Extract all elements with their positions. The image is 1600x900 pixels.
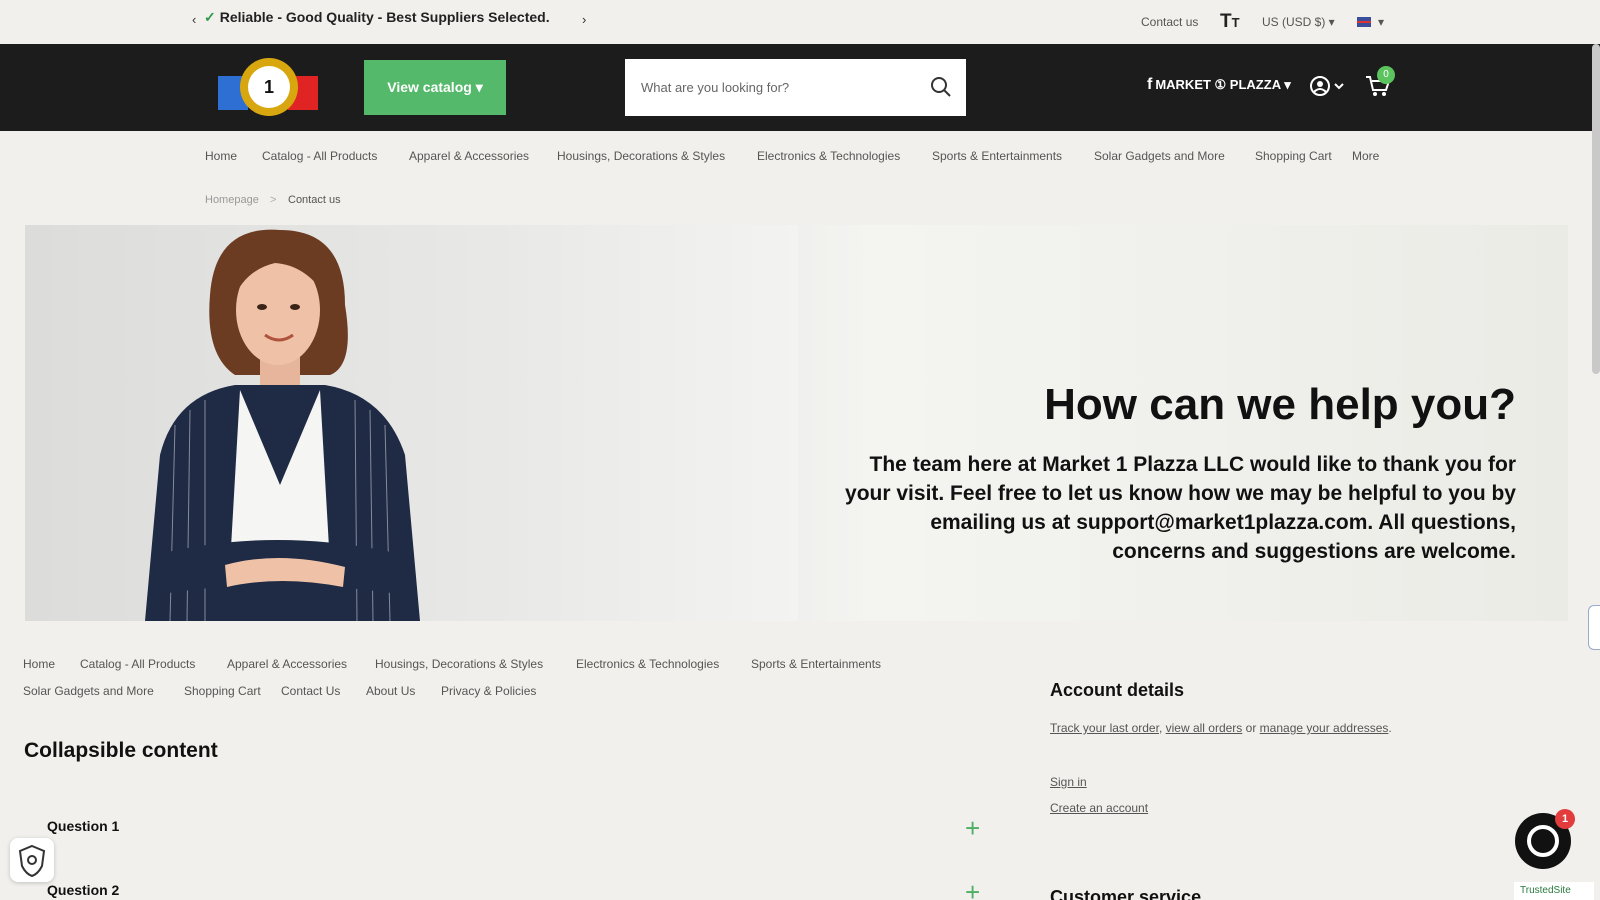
nav-item-cart[interactable]: Shopping Cart	[1255, 149, 1332, 163]
page-scrollbar[interactable]	[1592, 44, 1600, 374]
expand-plus-icon[interactable]: +	[965, 879, 980, 900]
currency-label: US (USD $)	[1262, 15, 1326, 29]
chat-launcher-button[interactable]: 1	[1515, 809, 1575, 869]
view-orders-link[interactable]: view all orders	[1166, 721, 1243, 735]
breadcrumb-home[interactable]: Homepage	[205, 194, 259, 206]
woman-portrait-image	[145, 229, 420, 621]
text-size-icon[interactable]: TT	[1220, 11, 1240, 33]
search-icon[interactable]	[930, 76, 952, 103]
trusted-site-badge[interactable]: TrustedSite	[1514, 882, 1594, 900]
footer-link-solar[interactable]: Solar Gadgets and More	[23, 684, 154, 698]
nav-item-apparel[interactable]: Apparel & Accessories	[409, 149, 529, 163]
footer-link-catalog[interactable]: Catalog - All Products	[80, 657, 195, 671]
announcement-bar: ‹ ✓ Reliable - Good Quality - Best Suppli…	[0, 0, 1600, 44]
facebook-label: MARKET ① PLAZZA	[1155, 77, 1281, 92]
breadcrumb-current: Contact us	[288, 194, 341, 206]
shield-icon	[18, 844, 46, 878]
collapsible-title: Collapsible content	[24, 739, 218, 762]
hero-text: The team here at Market 1 Plazza LLC wou…	[845, 453, 1516, 563]
nav-item-catalog[interactable]: Catalog - All Products	[262, 149, 377, 163]
account-menu[interactable]	[1309, 74, 1345, 103]
cart-count-badge: 0	[1377, 66, 1395, 84]
logo-center: 1	[248, 66, 290, 108]
nav-item-more[interactable]: More	[1352, 149, 1379, 163]
nav-item-sports[interactable]: Sports & Entertainments	[932, 149, 1062, 163]
search-input[interactable]	[625, 59, 925, 116]
privacy-settings-button[interactable]	[10, 838, 54, 882]
chat-unread-badge: 1	[1555, 809, 1575, 829]
language-chevron-icon[interactable]: ▾	[1378, 15, 1384, 29]
account-icon	[1310, 76, 1344, 96]
manage-addresses-link[interactable]: manage your addresses	[1260, 721, 1389, 735]
contact-us-link[interactable]: Contact us	[1141, 15, 1198, 29]
site-header: 1 View catalog ▾ fMARKET ① PLAZZA ▾ 0	[0, 44, 1600, 131]
footer-link-housings[interactable]: Housings, Decorations & Styles	[375, 657, 543, 671]
breadcrumb-separator: >	[270, 194, 277, 206]
account-links-line: Track your last order, view all orders o…	[1050, 721, 1392, 735]
footer-link-contact[interactable]: Contact Us	[281, 684, 340, 698]
search-box	[625, 59, 966, 116]
announcement-text: ✓ Reliable - Good Quality - Best Supplier…	[204, 9, 550, 26]
chat-bubble-icon	[1527, 825, 1559, 857]
main-navigation: Home Catalog - All Products Apparel & Ac…	[0, 131, 1600, 181]
footer-link-cart[interactable]: Shopping Cart	[184, 684, 261, 698]
announcement-next-arrow[interactable]: ›	[582, 12, 586, 27]
question-1-toggle[interactable]: Question 1	[47, 818, 119, 834]
track-order-link[interactable]: Track your last order	[1050, 721, 1159, 735]
expand-plus-icon[interactable]: +	[965, 815, 980, 841]
nav-item-housings[interactable]: Housings, Decorations & Styles	[557, 149, 725, 163]
check-icon: ✓	[204, 9, 216, 25]
site-logo[interactable]: 1	[218, 56, 320, 118]
account-details-title: Account details	[1050, 680, 1185, 700]
view-catalog-label: View catalog	[387, 79, 472, 95]
footer-link-home[interactable]: Home	[23, 657, 55, 671]
language-flag-icon[interactable]	[1357, 17, 1371, 27]
hero-banner: How can we help you? The team here at Ma…	[25, 225, 1568, 621]
question-2-toggle[interactable]: Question 2	[47, 882, 119, 898]
cart-button[interactable]: 0	[1365, 66, 1395, 103]
nav-item-home[interactable]: Home	[205, 149, 237, 163]
or-text: or	[1245, 721, 1257, 735]
facebook-icon: f	[1147, 76, 1153, 93]
footer-link-privacy[interactable]: Privacy & Policies	[441, 684, 536, 698]
create-account-link[interactable]: Create an account	[1050, 801, 1148, 815]
side-feedback-tab[interactable]	[1588, 605, 1600, 650]
footer-link-electronics[interactable]: Electronics & Technologies	[576, 657, 719, 671]
facebook-link[interactable]: f MARKET ① PLAZZA ▾	[1147, 76, 1291, 94]
announcement-label: Reliable - Good Quality - Best Suppliers…	[219, 9, 550, 25]
footer-link-about[interactable]: About Us	[366, 684, 415, 698]
footer-link-sports[interactable]: Sports & Entertainments	[751, 657, 881, 671]
nav-item-solar[interactable]: Solar Gadgets and More	[1094, 149, 1225, 163]
currency-selector[interactable]: US (USD $) ▾	[1262, 15, 1335, 29]
view-catalog-button[interactable]: View catalog ▾	[364, 60, 506, 115]
nav-item-electronics[interactable]: Electronics & Technologies	[757, 149, 900, 163]
sign-in-link[interactable]: Sign in	[1050, 775, 1087, 789]
announcement-prev-arrow[interactable]: ‹	[192, 12, 196, 27]
footer-link-apparel[interactable]: Apparel & Accessories	[227, 657, 347, 671]
hero-title: How can we help you?	[1044, 380, 1516, 429]
customer-service-title: Customer service	[1050, 887, 1202, 900]
